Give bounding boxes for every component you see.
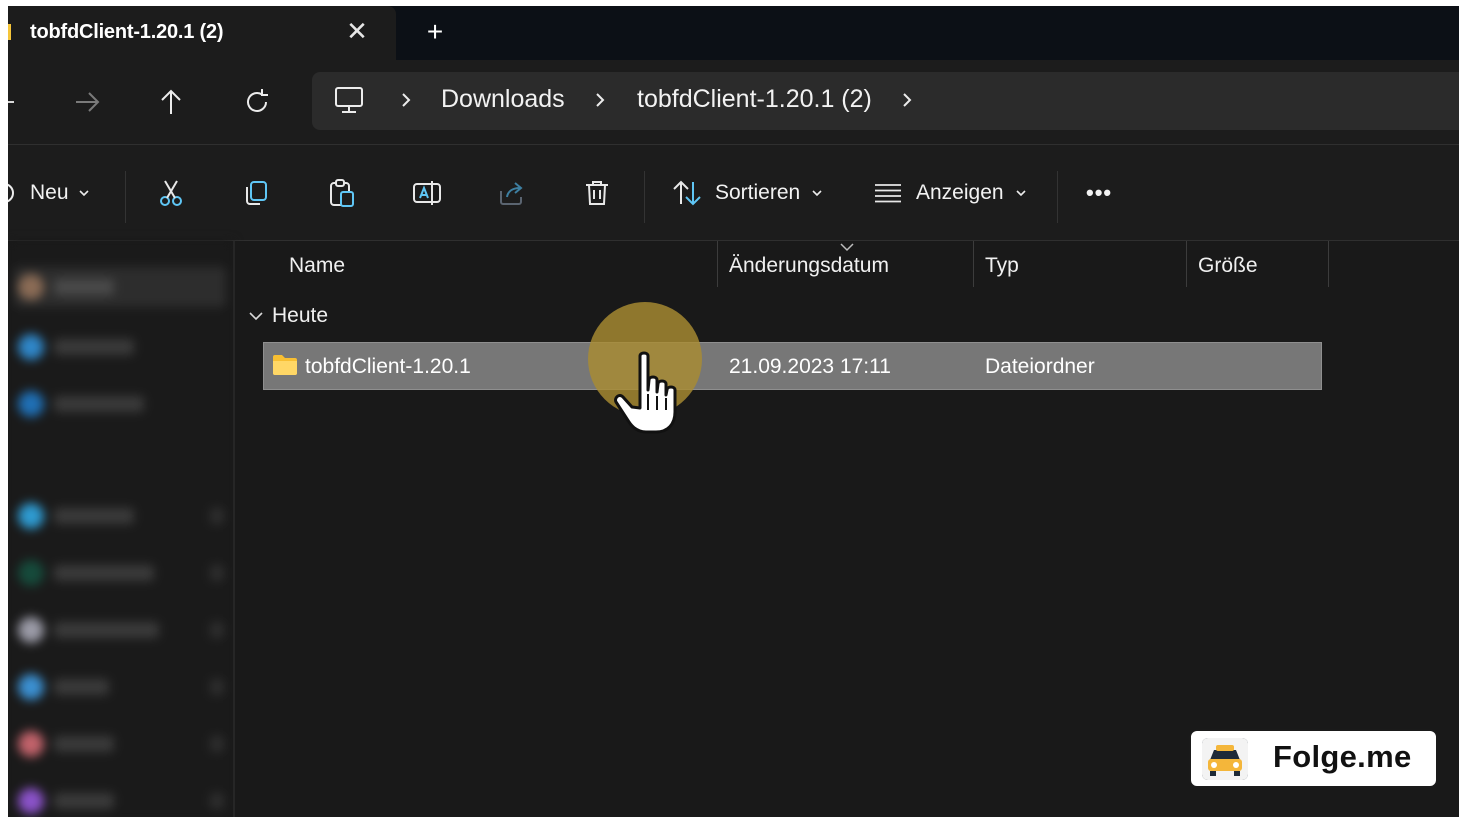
chevron-right-icon[interactable]: [590, 90, 610, 110]
file-name[interactable]: tobfdClient-1.20.1: [305, 355, 471, 379]
command-bar: Neu Sortieren Anzeigen •••: [8, 144, 1459, 241]
tab-bar: tobfdClient-1.20.1 (2) ✕ +: [8, 6, 1459, 60]
group-header-today[interactable]: Heute: [248, 304, 328, 328]
pin-icon: [210, 508, 224, 524]
pin-icon: [210, 565, 224, 581]
forward-arrow-icon[interactable]: [68, 82, 108, 122]
home-icon: [18, 274, 44, 300]
gallery-icon: [18, 334, 44, 360]
pin-icon: [210, 679, 224, 695]
tab-close-icon[interactable]: ✕: [344, 16, 370, 46]
sort-button[interactable]: Sortieren: [671, 145, 824, 241]
pictures-icon: [18, 674, 44, 700]
hand-cursor-icon: [614, 351, 677, 434]
tab-title: tobfdClient-1.20.1 (2): [30, 21, 224, 43]
refresh-icon[interactable]: [237, 82, 277, 122]
chevron-right-icon[interactable]: [396, 90, 416, 110]
new-tab-button[interactable]: +: [422, 17, 448, 47]
back-arrow-icon[interactable]: [8, 82, 24, 122]
column-header-size[interactable]: Größe: [1198, 254, 1258, 278]
chevron-right-icon[interactable]: [897, 90, 917, 110]
chevron-down-icon: [249, 312, 263, 321]
pin-icon: [210, 736, 224, 752]
videos-icon: [18, 788, 44, 814]
nav-item-label: [54, 508, 134, 524]
pin-icon: [210, 622, 224, 638]
nav-item-label: [54, 279, 114, 295]
tab-folder-icon: [8, 24, 11, 40]
pin-icon: [210, 793, 224, 809]
file-explorer-window: tobfdClient-1.20.1 (2) ✕ + Downloads tob…: [8, 6, 1459, 817]
new-button[interactable]: Neu: [8, 145, 91, 241]
column-separator[interactable]: [1186, 241, 1187, 287]
paste-icon[interactable]: [326, 177, 358, 209]
chevron-down-icon: [78, 190, 89, 197]
delete-icon[interactable]: [581, 177, 613, 209]
plus-circle-icon: [8, 183, 14, 203]
file-type: Dateiordner: [985, 355, 1095, 378]
documents-icon: [18, 617, 44, 643]
column-separator[interactable]: [973, 241, 974, 287]
nav-item[interactable]: [14, 267, 226, 307]
column-separator[interactable]: [717, 241, 718, 287]
watermark-text: Folge.me: [1273, 739, 1412, 774]
breadcrumb-current-folder[interactable]: tobfdClient-1.20.1 (2): [637, 85, 872, 114]
view-icon: [875, 184, 901, 203]
sort-icon: [673, 180, 701, 206]
up-arrow-icon[interactable]: [151, 82, 191, 122]
toolbar-divider: [125, 171, 126, 223]
folder-icon: [273, 355, 297, 375]
column-header-name[interactable]: Name: [289, 254, 345, 278]
computer-icon[interactable]: [332, 85, 366, 117]
nav-item-label: [54, 396, 144, 412]
nav-item-label: [54, 622, 159, 638]
group-label: Heute: [272, 304, 329, 327]
rename-icon[interactable]: [411, 177, 443, 209]
toolbar-divider: [644, 171, 645, 223]
chevron-down-icon: [1016, 190, 1026, 197]
view-button-label: Anzeigen: [916, 181, 1004, 204]
navigation-pane: [8, 241, 233, 817]
view-button[interactable]: Anzeigen: [873, 145, 1028, 241]
nav-item-label: [54, 339, 134, 355]
watermark-badge: Folge.me: [1189, 729, 1438, 788]
column-header-modified[interactable]: Änderungsdatum: [729, 254, 889, 278]
table-row[interactable]: tobfdClient-1.20.1 21.09.2023 17:11 Date…: [263, 342, 1322, 390]
navigation-row: Downloads tobfdClient-1.20.1 (2): [8, 60, 1459, 144]
nav-item-label: [54, 679, 109, 695]
desktop-icon: [18, 503, 44, 529]
breadcrumb-downloads[interactable]: Downloads: [441, 85, 565, 114]
music-icon: [18, 731, 44, 757]
copy-icon[interactable]: [240, 177, 272, 209]
nav-item-label: [54, 736, 114, 752]
car-logo-icon: [1202, 738, 1248, 780]
more-icon[interactable]: •••: [1086, 145, 1112, 241]
share-icon[interactable]: [496, 177, 528, 209]
column-header-type[interactable]: Typ: [985, 254, 1019, 278]
file-modified: 21.09.2023 17:11: [729, 355, 891, 378]
cut-icon[interactable]: [155, 177, 187, 209]
column-separator[interactable]: [1328, 241, 1329, 287]
downloads-icon: [18, 560, 44, 586]
sort-indicator-icon: [840, 243, 854, 252]
new-button-label: Neu: [30, 181, 69, 204]
sort-button-label: Sortieren: [715, 181, 801, 204]
toolbar-divider: [1057, 171, 1058, 223]
cloud-icon: [18, 391, 44, 417]
address-bar[interactable]: Downloads tobfdClient-1.20.1 (2): [312, 72, 1459, 130]
tab-active[interactable]: tobfdClient-1.20.1 (2) ✕: [8, 6, 396, 60]
chevron-down-icon: [812, 190, 822, 197]
nav-item-label: [54, 793, 114, 809]
nav-item-label: [54, 565, 154, 581]
